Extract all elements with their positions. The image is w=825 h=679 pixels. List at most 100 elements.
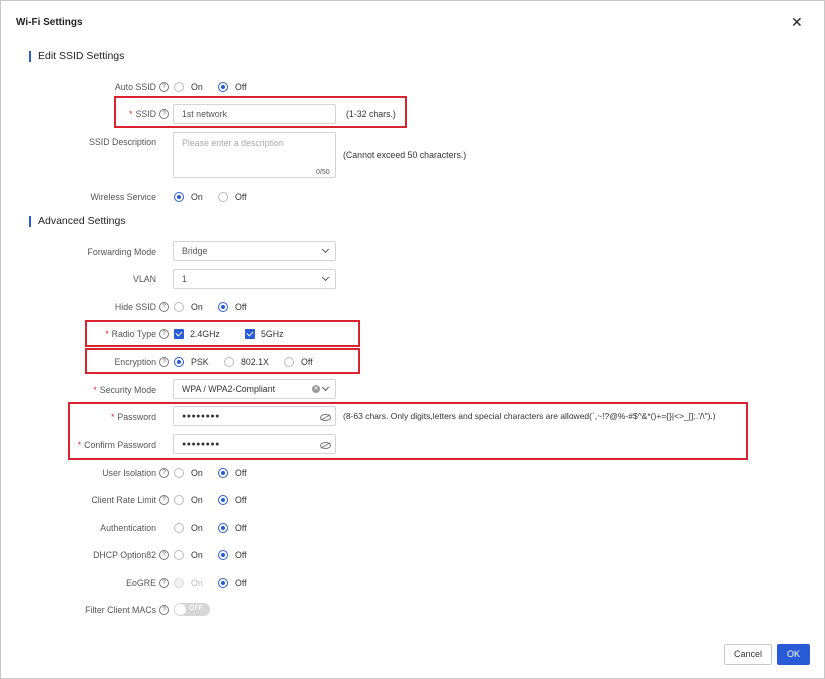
help-icon[interactable]: ? bbox=[159, 356, 169, 367]
close-icon[interactable]: ✕ bbox=[791, 14, 803, 31]
help-icon[interactable]: ? bbox=[159, 81, 169, 92]
confirm-password-value: ●●●●●●●● bbox=[182, 441, 220, 448]
wireless-service-off-radio[interactable] bbox=[218, 192, 228, 202]
ssid-description-textarea[interactable]: Please enter a description bbox=[173, 132, 336, 178]
vlan-select[interactable]: 1 bbox=[173, 269, 336, 289]
toggle-state-text: OFF bbox=[189, 605, 203, 612]
client-rate-limit-label: Client Rate Limit? bbox=[19, 494, 169, 506]
section-marker bbox=[29, 216, 31, 227]
eye-slash-icon[interactable] bbox=[320, 442, 331, 449]
client-rate-limit-off-radio[interactable] bbox=[218, 495, 228, 505]
encryption-off-radio[interactable] bbox=[284, 357, 294, 367]
hide-ssid-off-label[interactable]: Off bbox=[235, 302, 247, 312]
filter-client-macs-toggle[interactable]: OFF bbox=[174, 603, 210, 616]
encryption-8021x-radio[interactable] bbox=[224, 357, 234, 367]
hide-ssid-on-label[interactable]: On bbox=[191, 302, 203, 312]
user-isolation-on-radio[interactable] bbox=[174, 468, 184, 478]
radio-type-5ghz-label[interactable]: 5GHz bbox=[261, 329, 284, 339]
help-icon[interactable]: ? bbox=[159, 494, 169, 505]
encryption-psk-radio[interactable] bbox=[174, 357, 184, 367]
encryption-label: Encryption? bbox=[19, 356, 169, 368]
vlan-label: VLAN bbox=[133, 274, 156, 284]
cancel-button[interactable]: Cancel bbox=[724, 644, 772, 665]
toggle-knob bbox=[175, 604, 186, 615]
wireless-service-on-radio[interactable] bbox=[174, 192, 184, 202]
radio-type-5ghz-checkbox[interactable] bbox=[245, 329, 255, 339]
eogre-label: EoGRE? bbox=[19, 577, 169, 589]
dialog-title: Wi-Fi Settings bbox=[16, 17, 83, 28]
forwarding-mode-select[interactable]: Bridge bbox=[173, 241, 336, 261]
ssid-input[interactable]: 1st network bbox=[173, 104, 336, 124]
hide-ssid-on-radio[interactable] bbox=[174, 302, 184, 312]
wireless-service-on-label[interactable]: On bbox=[191, 192, 203, 202]
forwarding-mode-value: Bridge bbox=[182, 246, 208, 256]
eogre-off-label[interactable]: Off bbox=[235, 578, 247, 588]
security-mode-value: WPA / WPA2-Compliant bbox=[182, 384, 276, 394]
radio-type-24ghz-checkbox[interactable] bbox=[174, 329, 184, 339]
eogre-on-radio bbox=[174, 578, 184, 588]
authentication-label: Authentication bbox=[100, 523, 156, 533]
confirm-password-input[interactable]: ●●●●●●●● bbox=[173, 434, 336, 454]
forwarding-mode-label: Forwarding Mode bbox=[87, 247, 156, 257]
dhcp-option82-label: DHCP Option82? bbox=[19, 549, 169, 561]
wireless-service-off-label[interactable]: Off bbox=[235, 192, 247, 202]
ssid-description-hint: (Cannot exceed 50 characters.) bbox=[343, 150, 467, 160]
dhcp-option82-on-label[interactable]: On bbox=[191, 550, 203, 560]
filter-client-macs-label: Filter Client MACs? bbox=[19, 604, 169, 616]
user-isolation-on-label[interactable]: On bbox=[191, 468, 203, 478]
confirm-password-label: * Confirm Password bbox=[77, 440, 156, 450]
auto-ssid-on-label[interactable]: On bbox=[191, 82, 203, 92]
user-isolation-off-radio[interactable] bbox=[218, 468, 228, 478]
help-icon[interactable]: ? bbox=[159, 467, 169, 478]
radio-type-24ghz-label[interactable]: 2.4GHz bbox=[190, 329, 220, 339]
auto-ssid-off-label[interactable]: Off bbox=[235, 82, 247, 92]
vlan-value: 1 bbox=[182, 274, 187, 284]
help-icon[interactable]: ? bbox=[159, 328, 169, 339]
help-icon[interactable]: ? bbox=[159, 301, 169, 312]
radio-type-label: * Radio Type? bbox=[19, 328, 169, 340]
password-hint: (8-63 chars. Only digits,letters and spe… bbox=[343, 411, 716, 421]
hide-ssid-off-radio[interactable] bbox=[218, 302, 228, 312]
section-title-edit-ssid: Edit SSID Settings bbox=[38, 50, 125, 62]
client-rate-limit-off-label[interactable]: Off bbox=[235, 495, 247, 505]
chevron-down-icon bbox=[321, 273, 330, 282]
security-mode-label: * Security Mode bbox=[93, 385, 156, 395]
dhcp-option82-on-radio[interactable] bbox=[174, 550, 184, 560]
authentication-on-radio[interactable] bbox=[174, 523, 184, 533]
eye-slash-icon[interactable] bbox=[320, 414, 331, 421]
clear-icon[interactable]: ✕ bbox=[312, 385, 320, 393]
section-marker bbox=[29, 51, 31, 62]
client-rate-limit-on-label[interactable]: On bbox=[191, 495, 203, 505]
help-icon[interactable]: ? bbox=[159, 108, 169, 119]
encryption-psk-label[interactable]: PSK bbox=[191, 357, 209, 367]
chevron-down-icon bbox=[321, 383, 330, 392]
authentication-on-label[interactable]: On bbox=[191, 523, 203, 533]
security-mode-select[interactable]: WPA / WPA2-Compliant ✕ bbox=[173, 379, 336, 399]
dhcp-option82-off-radio[interactable] bbox=[218, 550, 228, 560]
wifi-settings-dialog: Wi-Fi Settings ✕ Edit SSID Settings Auto… bbox=[0, 0, 825, 679]
ssid-label: * SSID? bbox=[19, 108, 169, 120]
authentication-off-radio[interactable] bbox=[218, 523, 228, 533]
password-label: * Password bbox=[110, 412, 156, 422]
password-input[interactable]: ●●●●●●●● bbox=[173, 406, 336, 426]
authentication-off-label[interactable]: Off bbox=[235, 523, 247, 533]
encryption-off-label[interactable]: Off bbox=[301, 357, 313, 367]
dhcp-option82-off-label[interactable]: Off bbox=[235, 550, 247, 560]
help-icon[interactable]: ? bbox=[159, 577, 169, 588]
ok-button[interactable]: OK bbox=[777, 644, 810, 665]
eogre-off-radio[interactable] bbox=[218, 578, 228, 588]
help-icon[interactable]: ? bbox=[159, 604, 169, 615]
auto-ssid-on-radio[interactable] bbox=[174, 82, 184, 92]
auto-ssid-off-radio[interactable] bbox=[218, 82, 228, 92]
auto-ssid-label: Auto SSID? bbox=[19, 81, 169, 93]
help-icon[interactable]: ? bbox=[159, 549, 169, 560]
password-value: ●●●●●●●● bbox=[182, 413, 220, 420]
section-title-advanced: Advanced Settings bbox=[38, 215, 126, 227]
wireless-service-label: Wireless Service bbox=[90, 192, 157, 202]
ssid-description-counter: 0/50 bbox=[316, 169, 330, 176]
ssid-hint: (1-32 chars.) bbox=[346, 109, 396, 119]
hide-ssid-label: Hide SSID? bbox=[19, 301, 169, 313]
user-isolation-off-label[interactable]: Off bbox=[235, 468, 247, 478]
client-rate-limit-on-radio[interactable] bbox=[174, 495, 184, 505]
encryption-8021x-label[interactable]: 802.1X bbox=[241, 357, 269, 367]
